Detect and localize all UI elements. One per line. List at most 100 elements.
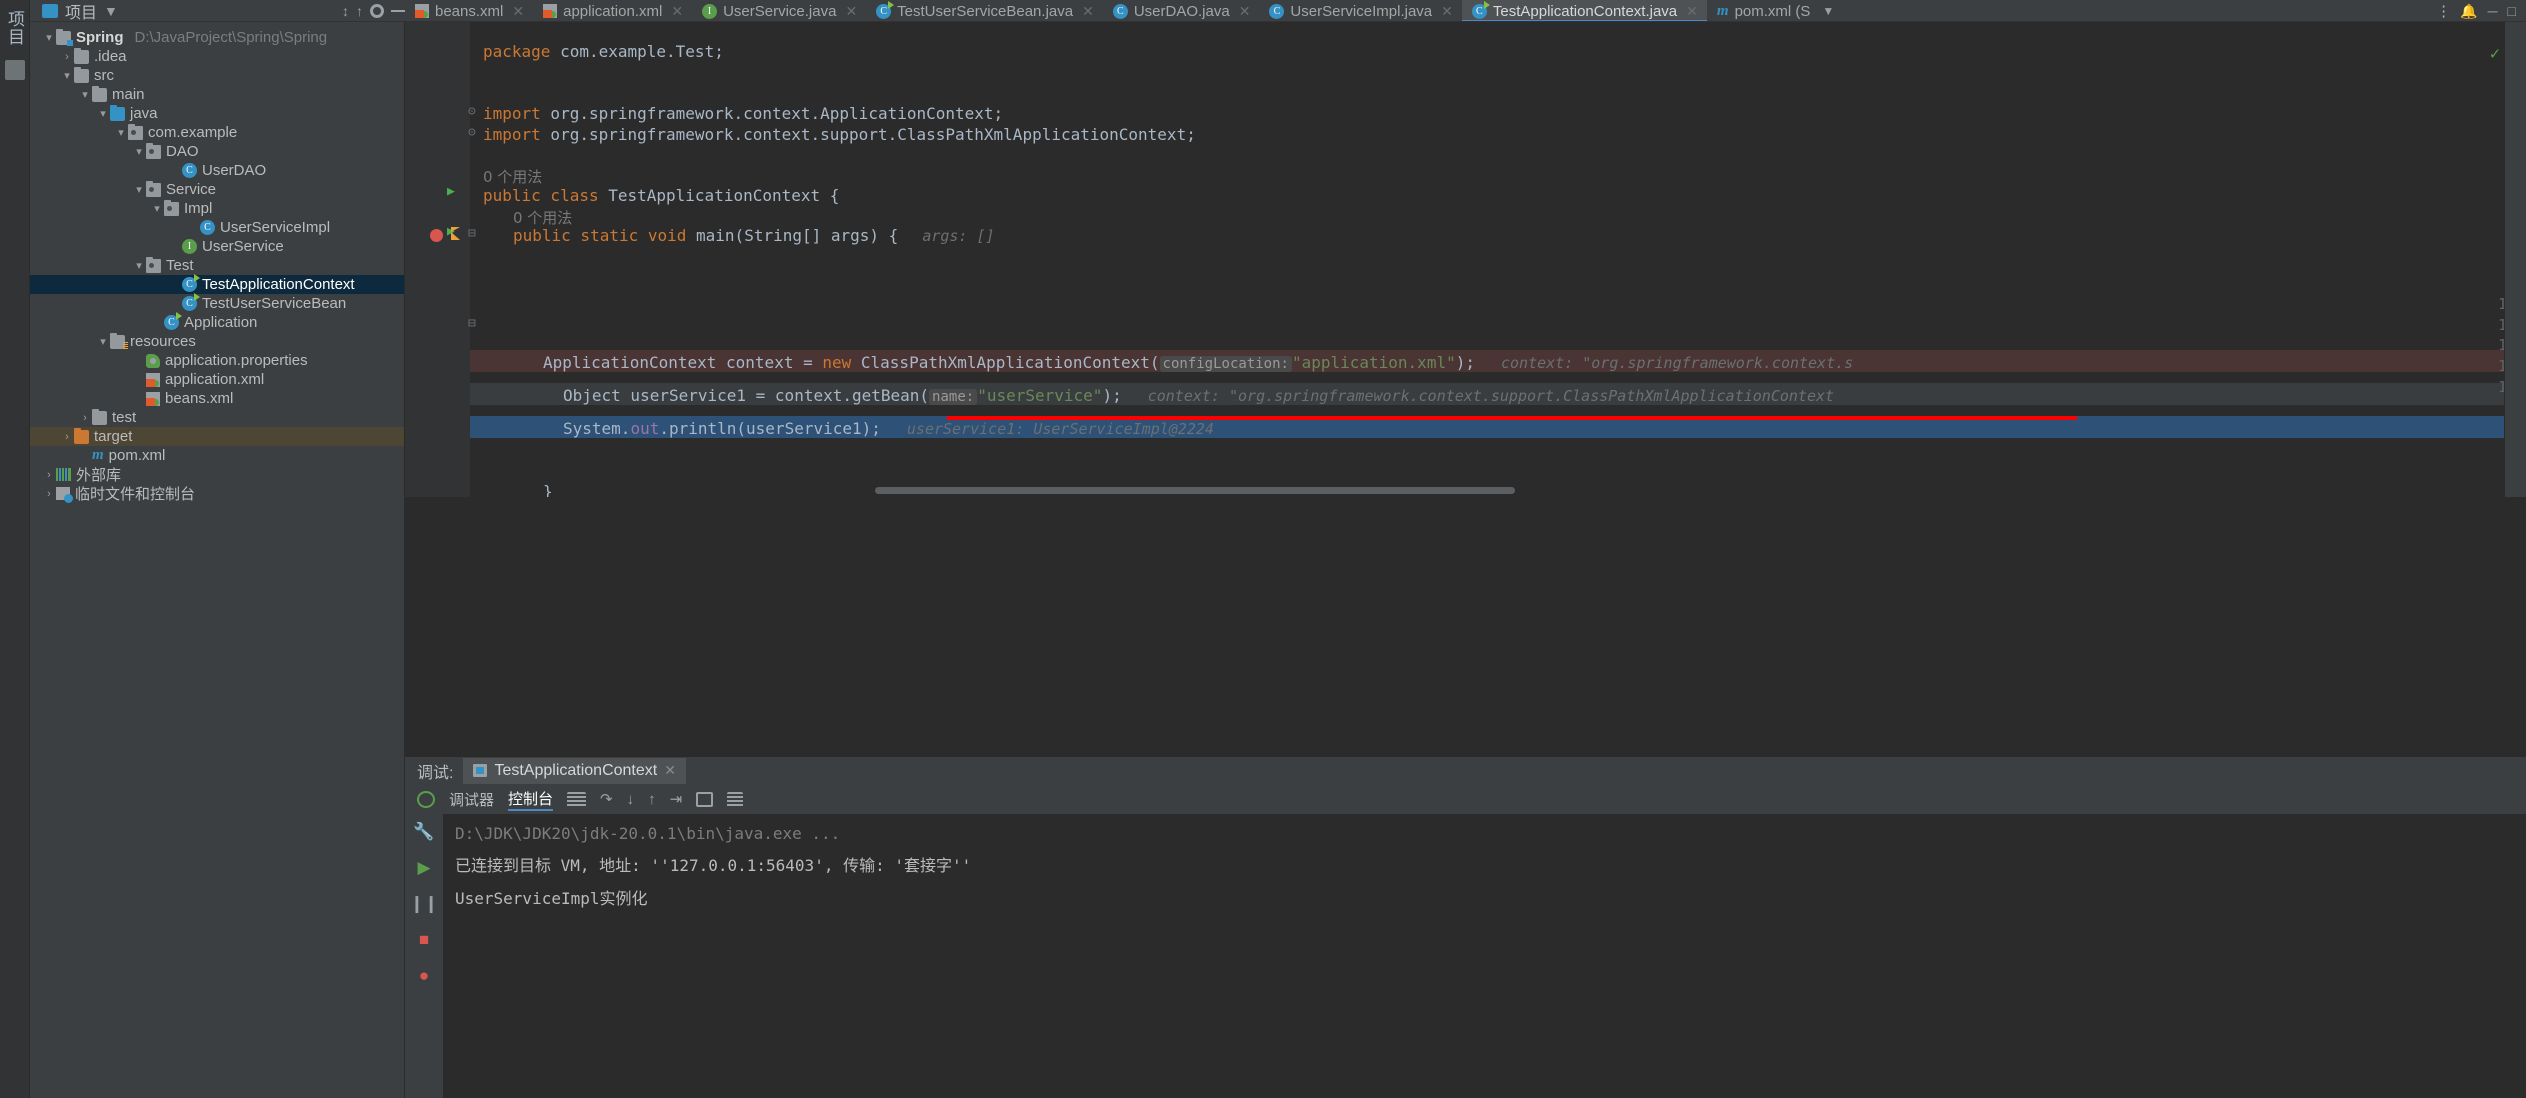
resume-icon[interactable]: ▶	[417, 858, 430, 878]
tree-item-java[interactable]: ▾ java	[30, 104, 404, 123]
fold-icon[interactable]: ⊟	[468, 316, 476, 331]
project-tree[interactable]: ▾ Spring D:\JavaProject\Spring\Spring › …	[30, 22, 405, 1098]
tab-console[interactable]: 控制台	[508, 788, 553, 811]
minimize-icon[interactable]: ─	[2488, 4, 2498, 18]
chevron-down-icon[interactable]: ▾	[96, 335, 110, 348]
editor-tab-application-xml[interactable]: application.xml ✕	[533, 0, 693, 21]
chevron-down-icon[interactable]: ▾	[150, 202, 164, 215]
editor-gutter[interactable]	[405, 22, 470, 497]
tree-item-resources[interactable]: ▾ resources	[30, 332, 404, 351]
console-output[interactable]: D:\JDK\JDK20\jdk-20.0.1\bin\java.exe ...…	[443, 814, 2526, 1098]
usage-hint-class[interactable]: 0 个用法	[483, 166, 542, 187]
editor-tab-strip[interactable]: beans.xml ✕ application.xml ✕ I UserServ…	[405, 0, 2526, 22]
close-icon[interactable]: ✕	[1441, 3, 1453, 20]
minimize-icon[interactable]	[391, 9, 405, 12]
editor-right-strip[interactable]	[2504, 22, 2526, 497]
tree-item-application-xml[interactable]: application.xml	[30, 370, 404, 389]
close-icon[interactable]: ✕	[664, 762, 676, 779]
project-tool-label[interactable]: 项目	[2, 10, 27, 46]
fold-icon[interactable]: ⊟	[468, 226, 476, 241]
editor-tab-pom-xml[interactable]: m pom.xml (S ▼	[1706, 0, 1844, 21]
pause-icon[interactable]: ❙❙	[410, 894, 439, 914]
close-icon[interactable]: ✕	[512, 3, 524, 20]
tree-item-test-folder[interactable]: › test	[30, 408, 404, 427]
editor-tab-userserviceimpl-java[interactable]: C UserServiceImpl.java ✕	[1259, 0, 1462, 21]
chevron-right-icon[interactable]: ›	[42, 469, 56, 481]
close-icon[interactable]: ✕	[1686, 3, 1698, 20]
tree-item-spring[interactable]: ▾ Spring D:\JavaProject\Spring\Spring	[30, 28, 404, 47]
chevron-down-icon[interactable]: ▾	[114, 126, 128, 139]
evaluate-icon[interactable]	[696, 791, 714, 807]
more-options-icon[interactable]: ⋮	[2436, 2, 2451, 20]
rerun-icon[interactable]	[417, 790, 435, 808]
chevron-down-icon[interactable]: ▾	[42, 31, 56, 44]
tree-item-external-libraries[interactable]: › 外部库	[30, 465, 404, 484]
tree-item-service[interactable]: ▾ Service	[30, 180, 404, 199]
fold-icon[interactable]: ⊝	[468, 104, 476, 119]
tree-item-idea[interactable]: › .idea	[30, 47, 404, 66]
run-class-icon[interactable]: ▶	[447, 184, 455, 199]
chevron-down-icon[interactable]: ▼	[1822, 4, 1834, 18]
tree-item-test-pkg[interactable]: ▾ Test	[30, 256, 404, 275]
mute-breakpoints-icon[interactable]: ●	[419, 966, 429, 986]
close-icon[interactable]: ✕	[671, 3, 683, 20]
editor-tab-userservice-java[interactable]: I UserService.java ✕	[692, 0, 867, 21]
close-icon[interactable]: ✕	[1082, 3, 1094, 20]
gear-icon[interactable]	[370, 3, 384, 18]
editor-tab-userdao-java[interactable]: C UserDAO.java ✕	[1102, 0, 1260, 21]
code-editor[interactable]: 1 2 3 4 5 6 7 8 9 10 11 12 13 14 ⊝ ⊝ ▶ ▶…	[405, 22, 2526, 497]
chevron-down-icon[interactable]: ▾	[60, 69, 74, 82]
tree-item-userserviceimpl[interactable]: C UserServiceImpl	[30, 218, 404, 237]
chevron-down-icon[interactable]: ▾	[132, 259, 146, 272]
chevron-down-icon[interactable]: ▼	[104, 4, 118, 18]
chevron-right-icon[interactable]: ›	[42, 488, 56, 500]
editor-tab-testapplicationcontext-java[interactable]: C TestApplicationContext.java ✕	[1461, 0, 1707, 21]
wrench-icon[interactable]: 🔧	[413, 822, 434, 842]
left-tool-strip[interactable]: 项目	[0, 0, 30, 1098]
tree-item-beans-xml[interactable]: beans.xml	[30, 389, 404, 408]
editor-tab-beans-xml[interactable]: beans.xml ✕	[405, 0, 534, 21]
inspection-ok-icon[interactable]: ✓	[2490, 44, 2500, 64]
expand-icon[interactable]: ↑	[356, 4, 363, 18]
chevron-down-icon[interactable]: ▾	[132, 183, 146, 196]
list-view-icon[interactable]	[567, 791, 587, 807]
chevron-right-icon[interactable]: ›	[60, 51, 74, 63]
tab-debugger[interactable]: 调试器	[449, 789, 494, 810]
run-to-cursor-icon[interactable]: ⇥	[670, 790, 683, 808]
tree-item-pom-xml[interactable]: m pom.xml	[30, 446, 404, 465]
chevron-down-icon[interactable]: ▾	[132, 145, 146, 158]
fold-icon[interactable]: ⊝	[468, 125, 476, 140]
stop-icon[interactable]: ■	[419, 930, 429, 950]
close-icon[interactable]: ✕	[845, 3, 857, 20]
tree-item-com-example[interactable]: ▾ com.example	[30, 123, 404, 142]
chevron-right-icon[interactable]: ›	[60, 431, 74, 443]
bookmark-flag-icon[interactable]	[451, 227, 460, 240]
tree-item-scratches[interactable]: › 临时文件和控制台	[30, 484, 404, 503]
chevron-down-icon[interactable]: ▾	[96, 107, 110, 120]
step-over-icon[interactable]: ↷	[600, 790, 613, 808]
notifications-icon[interactable]: 🔔	[2460, 4, 2477, 18]
close-icon[interactable]: ✕	[1239, 3, 1251, 20]
chevron-right-icon[interactable]: ›	[78, 412, 92, 424]
collapse-icon[interactable]: ↕	[342, 4, 349, 18]
tree-item-application-properties[interactable]: application.properties	[30, 351, 404, 370]
tree-item-userservice[interactable]: I UserService	[30, 237, 404, 256]
tree-item-impl[interactable]: ▾ Impl	[30, 199, 404, 218]
tree-item-src[interactable]: ▾ src	[30, 66, 404, 85]
debug-session-tab[interactable]: TestApplicationContext ✕	[463, 757, 686, 784]
breakpoint-icon[interactable]	[430, 229, 443, 242]
tree-item-testapplicationcontext[interactable]: C TestApplicationContext	[30, 274, 404, 294]
editor-horizontal-scrollbar[interactable]	[875, 487, 1515, 494]
editor-tab-testuserservicebean-java[interactable]: C TestUserServiceBean.java ✕	[866, 0, 1103, 21]
step-into-icon[interactable]: ↓	[627, 791, 635, 808]
tree-item-application[interactable]: C Application	[30, 312, 404, 332]
tree-item-target[interactable]: › target	[30, 427, 404, 446]
settings-list-icon[interactable]	[727, 791, 744, 807]
step-out-icon[interactable]: ↑	[648, 791, 656, 808]
tree-item-testuserservicebean[interactable]: C TestUserServiceBean	[30, 293, 404, 313]
tree-item-main[interactable]: ▾ main	[30, 85, 404, 104]
chevron-down-icon[interactable]: ▾	[78, 88, 92, 101]
usage-hint-main[interactable]: 0 个用法	[513, 207, 572, 228]
maximize-icon[interactable]: □	[2508, 4, 2516, 18]
bookmarks-icon[interactable]	[4, 60, 25, 80]
